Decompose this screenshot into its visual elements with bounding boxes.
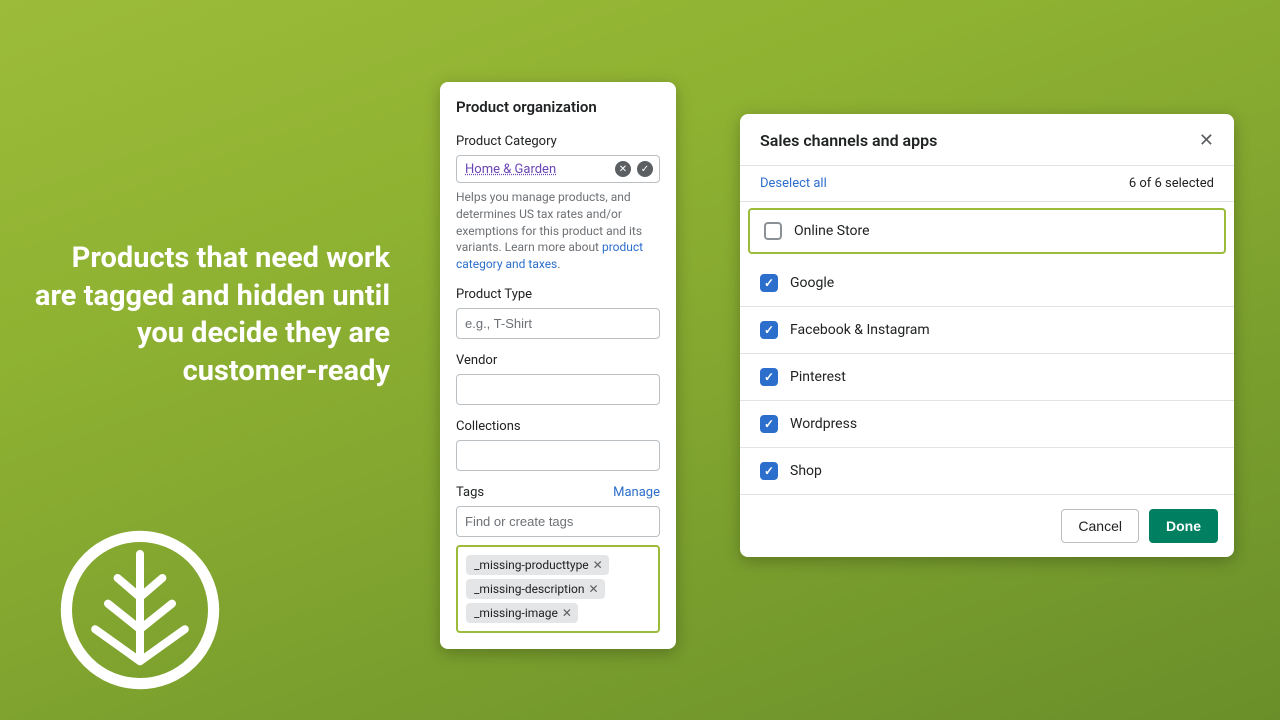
remove-tag-icon[interactable]: ✕ — [562, 606, 572, 620]
vendor-input[interactable] — [456, 374, 660, 405]
collections-label: Collections — [456, 419, 660, 434]
selection-count: 6 of 6 selected — [1129, 176, 1214, 191]
done-button[interactable]: Done — [1149, 509, 1218, 543]
channel-name: Google — [790, 275, 834, 291]
product-organization-panel: Product organization Product Category Ho… — [440, 82, 676, 649]
product-type-input[interactable] — [456, 308, 660, 339]
channel-checkbox[interactable] — [760, 415, 778, 433]
channel-checkbox[interactable] — [760, 321, 778, 339]
marketing-headline: Products that need work are tagged and h… — [30, 240, 390, 391]
category-help-text: Helps you manage products, and determine… — [456, 189, 660, 273]
channel-checkbox[interactable] — [760, 274, 778, 292]
remove-tag-icon[interactable]: ✕ — [593, 558, 603, 572]
tag-chip: _missing-producttype ✕ — [466, 555, 609, 575]
category-input[interactable]: Home & Garden ✕ ✓ — [456, 155, 660, 183]
tag-label: _missing-producttype — [474, 558, 589, 572]
deselect-all-link[interactable]: Deselect all — [760, 176, 827, 191]
channel-row[interactable]: Facebook & Instagram — [740, 307, 1234, 354]
product-type-label: Product Type — [456, 287, 660, 302]
category-value-link[interactable]: Home & Garden — [465, 162, 609, 177]
channel-name: Pinterest — [790, 369, 846, 385]
channel-name: Wordpress — [790, 416, 857, 432]
manage-tags-link[interactable]: Manage — [613, 485, 660, 500]
tags-label: Tags — [456, 485, 484, 500]
sales-channels-dialog: Sales channels and apps ✕ Deselect all 6… — [740, 114, 1234, 557]
tag-label: _missing-image — [474, 606, 558, 620]
channel-name: Shop — [790, 463, 822, 479]
tags-input[interactable] — [456, 506, 660, 537]
tag-chip: _missing-description ✕ — [466, 579, 605, 599]
channel-row[interactable]: Pinterest — [740, 354, 1234, 401]
channel-row[interactable]: Wordpress — [740, 401, 1234, 448]
channel-checkbox[interactable] — [764, 222, 782, 240]
channel-checkbox[interactable] — [760, 462, 778, 480]
page-background: Products that need work are tagged and h… — [0, 0, 1280, 720]
close-icon[interactable]: ✕ — [1199, 130, 1214, 151]
channel-name: Online Store — [794, 223, 870, 239]
channel-row[interactable]: Online Store — [750, 210, 1224, 252]
channels-list: Online Store Google Facebook & Instagram Pi… — [740, 208, 1234, 495]
collections-input[interactable] — [456, 440, 660, 471]
highlighted-channel: Online Store — [748, 208, 1226, 254]
applied-tags-box: _missing-producttype✕_missing-descriptio… — [456, 545, 660, 633]
brand-logo — [60, 530, 220, 690]
confirm-category-icon[interactable]: ✓ — [637, 161, 653, 177]
remove-tag-icon[interactable]: ✕ — [588, 582, 598, 596]
tag-label: _missing-description — [474, 582, 584, 596]
channel-checkbox[interactable] — [760, 368, 778, 386]
panel-title: Product organization — [456, 98, 660, 116]
dialog-title: Sales channels and apps — [760, 131, 937, 150]
category-label: Product Category — [456, 134, 660, 149]
clear-category-icon[interactable]: ✕ — [615, 161, 631, 177]
tag-chip: _missing-image ✕ — [466, 603, 578, 623]
cancel-button[interactable]: Cancel — [1061, 509, 1139, 543]
vendor-label: Vendor — [456, 353, 660, 368]
channel-row[interactable]: Google — [740, 260, 1234, 307]
channel-row[interactable]: Shop — [740, 448, 1234, 495]
channel-name: Facebook & Instagram — [790, 322, 930, 338]
